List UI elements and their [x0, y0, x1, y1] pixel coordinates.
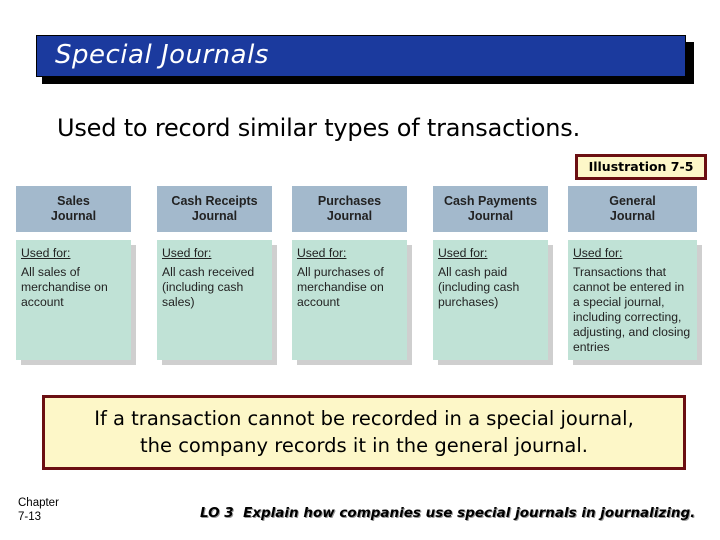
journal-card-cash-receipts: Used for: All cash received (including c…	[157, 240, 272, 360]
journal-header-cash-receipts: Cash Receipts Journal	[157, 186, 272, 232]
used-for-label: Used for:	[21, 246, 71, 260]
illustration-label: Illustration 7-5	[575, 154, 707, 180]
journal-description: All purchases of merchandise on account	[297, 265, 384, 309]
note-line1: If a transaction cannot be recorded in a…	[94, 407, 634, 430]
journal-header-sales: Sales Journal	[16, 186, 131, 232]
journal-card-sales: Used for: All sales of merchandise on ac…	[16, 240, 131, 360]
title-banner: Special Journals	[36, 35, 686, 77]
journal-header-line1: Cash Payments	[443, 194, 538, 208]
journal-header-line2: Journal	[467, 209, 514, 223]
slide-title: Special Journals	[55, 40, 269, 70]
page-number: 7-13	[18, 511, 42, 523]
journal-header-line2: Journal	[50, 209, 97, 223]
journal-description: Transactions that cannot be entered in a…	[573, 265, 691, 354]
used-for-label: Used for:	[573, 246, 623, 260]
journal-card-purchases: Used for: All purchases of merchandise o…	[292, 240, 407, 360]
journal-description: All sales of merchandise on account	[21, 265, 108, 309]
journal-header-purchases: Purchases Journal	[292, 186, 407, 232]
chapter-text: Chapter	[18, 497, 59, 509]
used-for-label: Used for:	[162, 246, 212, 260]
journal-card-cash-payments: Used for: All cash paid (including cash …	[433, 240, 548, 360]
journal-description: All cash paid (including cash purchases)	[438, 265, 520, 309]
chapter-label: Chapter 7-13	[18, 496, 59, 524]
journal-header-general: General Journal	[568, 186, 697, 232]
journal-header-line1: Purchases	[317, 194, 382, 208]
journal-header-line2: Journal	[191, 209, 238, 223]
journal-header-line2: Journal	[326, 209, 373, 223]
journal-header-line1: General	[609, 194, 656, 208]
slide-subtitle: Used to record similar types of transact…	[57, 114, 581, 142]
journal-header-line1: Cash Receipts	[171, 194, 258, 208]
note-line2: the company records it in the general jo…	[140, 434, 588, 457]
journal-description: All cash received (including cash sales)	[162, 265, 255, 309]
journal-header-line2: Journal	[609, 209, 656, 223]
note-box: If a transaction cannot be recorded in a…	[42, 395, 686, 470]
learning-objective: LO 3 Explain how companies use special j…	[200, 505, 696, 521]
journal-header-cash-payments: Cash Payments Journal	[433, 186, 548, 232]
journal-card-general: Used for: Transactions that cannot be en…	[568, 240, 697, 360]
used-for-label: Used for:	[438, 246, 488, 260]
journal-header-line1: Sales	[57, 194, 90, 208]
used-for-label: Used for:	[297, 246, 347, 260]
